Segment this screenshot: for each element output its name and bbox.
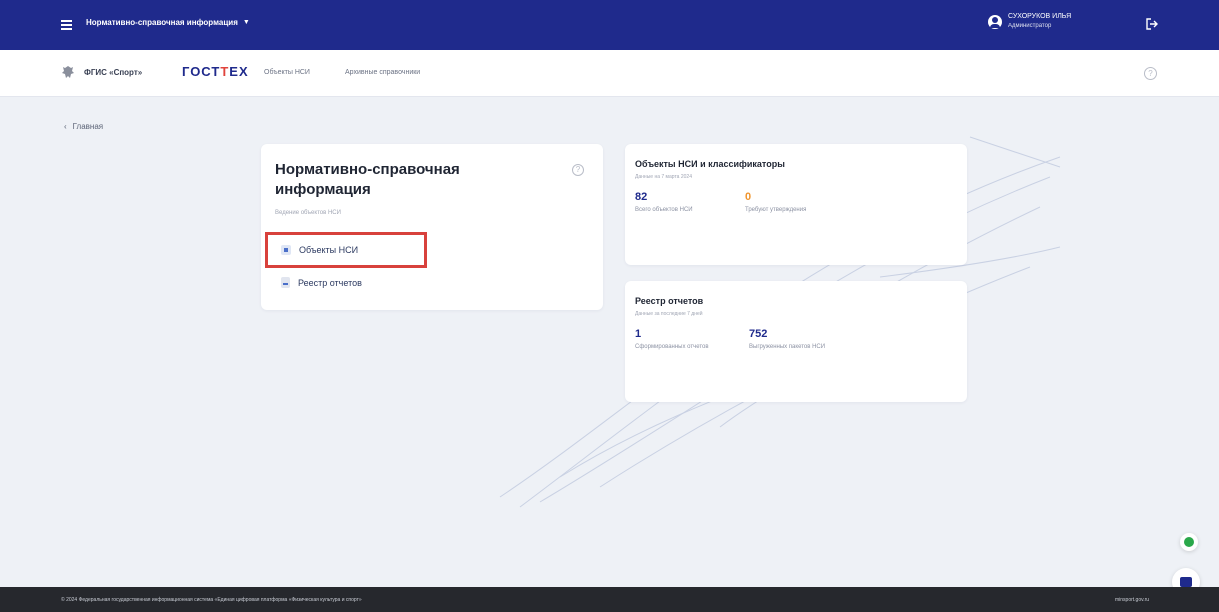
brand-name: ФГИС «Спорт» <box>84 68 143 77</box>
stat-date: Данные за последние 7 дней <box>635 311 703 317</box>
app-switcher[interactable]: Нормативно-справочная информация ▼ <box>86 18 250 27</box>
back-label: Главная <box>72 122 104 131</box>
background-waves <box>499 136 1061 508</box>
reports-stats-card: Реестр отчетов Данные за последние 7 дне… <box>625 281 967 402</box>
nav-link-archive[interactable]: Архивные справочники <box>345 69 420 76</box>
nsi-card-subtitle: Ведение объектов НСИ <box>275 210 341 216</box>
total-objects-label: Всего объектов НСИ <box>635 207 693 213</box>
stat-title: Реестр отчетов <box>635 296 704 306</box>
menu-icon[interactable] <box>61 20 72 30</box>
grid-icon <box>281 245 291 255</box>
help-icon[interactable]: ? <box>572 164 584 176</box>
pending-approval-value: 0 <box>745 191 752 203</box>
chevron-down-icon: ▼ <box>242 19 250 26</box>
user-role: Администратор <box>1008 23 1052 29</box>
stat-title: Объекты НСИ и классификаторы <box>635 159 785 169</box>
stat-date: Данные на 7 марта 2024 <box>635 174 692 180</box>
sub-navigation: ФГИС «Спорт» ГОСТTЕХ Объекты НСИ Архивны… <box>0 50 1219 97</box>
help-icon[interactable]: ? <box>1144 67 1157 80</box>
reports-registry-label: Реестр отчетов <box>298 277 362 288</box>
nsi-card-title: Нормативно-справочная информация <box>275 161 460 198</box>
formed-reports-value: 1 <box>635 328 642 340</box>
formed-reports-label: Сформированных отчетов <box>635 344 709 350</box>
gostex-logo: ГОСТTЕХ <box>182 64 249 79</box>
footer: © 2024 Федеральная государственная инфор… <box>0 587 1219 612</box>
nsi-objects-link[interactable]: Объекты НСИ <box>265 232 427 268</box>
nsi-card: Нормативно-справочная информация ? Веден… <box>261 144 603 310</box>
top-bar: Нормативно-справочная информация ▼ СУХОР… <box>0 0 1219 50</box>
exported-packages-value: 752 <box>749 328 768 340</box>
logout-icon[interactable] <box>1145 17 1159 31</box>
document-icon <box>281 277 290 288</box>
status-check-icon[interactable] <box>1180 533 1198 551</box>
user-menu[interactable]: СУХОРУКОВ ИЛЬЯ Администратор <box>988 12 1071 31</box>
user-icon <box>988 14 1002 29</box>
nsi-stats-card: Объекты НСИ и классификаторы Данные на 7… <box>625 144 967 265</box>
total-objects-value: 82 <box>635 191 648 203</box>
emblem-icon <box>62 66 74 78</box>
footer-site-link[interactable]: minsport.gov.ru <box>1115 597 1149 603</box>
reports-registry-link[interactable]: Реестр отчетов <box>281 277 362 288</box>
user-name: СУХОРУКОВ ИЛЬЯ <box>1008 13 1072 20</box>
nav-link-nsi-objects[interactable]: Объекты НСИ <box>264 69 310 76</box>
app-title: Нормативно-справочная информация <box>86 18 238 27</box>
chevron-left-icon: ‹ <box>64 122 67 131</box>
pending-approval-label: Требуют утверждения <box>745 207 807 213</box>
back-link[interactable]: ‹ Главная <box>64 122 103 131</box>
nsi-objects-label: Объекты НСИ <box>299 245 359 255</box>
exported-packages-label: Выгруженных пакетов НСИ <box>749 344 826 350</box>
footer-copyright: © 2024 Федеральная государственная инфор… <box>61 597 362 603</box>
